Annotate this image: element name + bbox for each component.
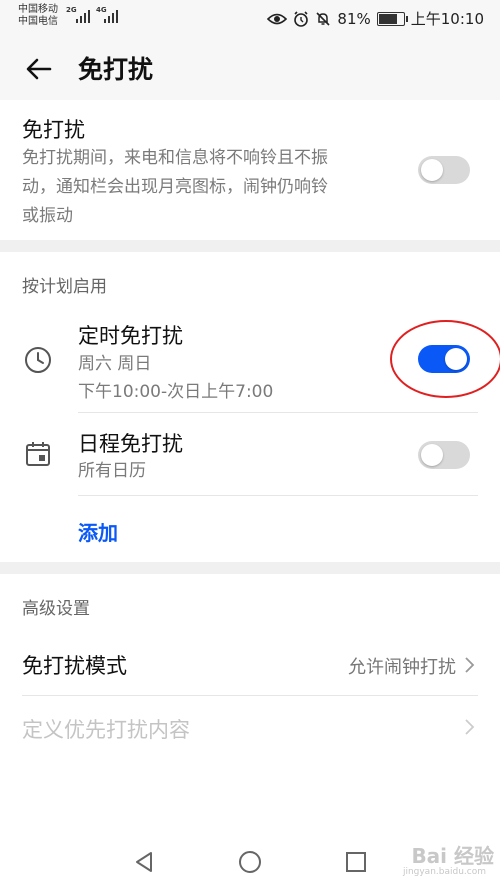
battery-icon: [376, 11, 408, 26]
eye-icon: [267, 13, 288, 24]
chevron-right-icon: [465, 719, 475, 735]
mute-bell-icon: [316, 11, 330, 26]
nav-back-icon[interactable]: [132, 850, 156, 874]
alarm-icon: [294, 10, 309, 27]
divider: [78, 412, 478, 413]
priority-content-label: 定义优先打扰内容: [22, 718, 190, 742]
page-title: 免打扰: [78, 55, 154, 84]
dnd-section[interactable]: 免打扰 免打扰期间，来电和信息将不响铃且不振 动，通知栏会出现月亮图标，闹钟仍响…: [0, 100, 500, 240]
signal-icon: [104, 7, 118, 23]
dnd-mode-value: 允许闹钟打扰: [348, 657, 456, 678]
clock-time: 上午10:10: [410, 10, 484, 28]
carrier-labels: 中国移动 中国电信: [18, 4, 58, 28]
chevron-right-icon: [465, 657, 475, 673]
app-bar: 免打扰: [0, 36, 500, 100]
carrier-2: 中国电信: [18, 16, 58, 27]
dnd-mode-label: 免打扰模式: [22, 654, 127, 678]
dnd-toggle[interactable]: [418, 156, 470, 184]
dnd-description-line: 免打扰期间，来电和信息将不响铃且不振: [22, 148, 328, 168]
nav-recent-icon[interactable]: [344, 850, 368, 874]
advanced-heading: 高级设置: [22, 599, 90, 619]
divider: [78, 495, 478, 496]
schedule-section: 按计划启用 定时免打扰 周六 周日 下午10:00-次日上午7:00 日程免打扰…: [0, 252, 500, 562]
watermark: Bai 经验: [411, 844, 494, 868]
calendar-dnd-toggle[interactable]: [418, 441, 470, 469]
dnd-description-line: 动，通知栏会出现月亮图标，闹钟仍响铃: [22, 177, 328, 197]
status-bar: 中国移动 中国电信 2G 4G 81% 上午10:10: [0, 0, 500, 36]
calendar-dnd-title[interactable]: 日程免打扰: [78, 428, 183, 458]
calendar-icon: [26, 442, 50, 466]
calendar-dnd-subtitle: 所有日历: [78, 461, 146, 481]
section-gap: [0, 240, 500, 252]
divider: [22, 695, 478, 696]
carrier-1: 中国移动: [18, 4, 58, 15]
dnd-description: 免打扰期间，来电和信息将不响铃且不振 动，通知栏会出现月亮图标，闹钟仍响铃 或振…: [22, 144, 422, 231]
watermark-url: jingyan.baidu.com: [402, 867, 486, 877]
timed-dnd-days: 周六 周日: [78, 354, 152, 374]
signal-icon: [76, 7, 90, 23]
schedule-heading: 按计划启用: [22, 277, 107, 297]
section-gap: [0, 562, 500, 574]
battery-percent: 81%: [337, 9, 371, 28]
advanced-section: 高级设置 免打扰模式 允许闹钟打扰 定义优先打扰内容: [0, 574, 500, 834]
dnd-description-line: 或振动: [22, 206, 73, 226]
priority-content-row[interactable]: 定义优先打扰内容: [0, 700, 500, 756]
dnd-mode-row[interactable]: 免打扰模式 允许闹钟打扰: [0, 636, 500, 694]
clock-icon: [25, 347, 51, 373]
add-button[interactable]: 添加: [78, 517, 118, 546]
nav-home-icon[interactable]: [238, 850, 262, 874]
timed-dnd-title[interactable]: 定时免打扰: [78, 320, 183, 350]
dnd-title: 免打扰: [22, 118, 85, 142]
timed-dnd-time: 下午10:00-次日上午7:00: [78, 382, 274, 402]
status-right: 81% 上午10:10: [267, 8, 484, 29]
highlight-circle: [390, 320, 500, 398]
back-arrow-icon[interactable]: [22, 52, 56, 86]
